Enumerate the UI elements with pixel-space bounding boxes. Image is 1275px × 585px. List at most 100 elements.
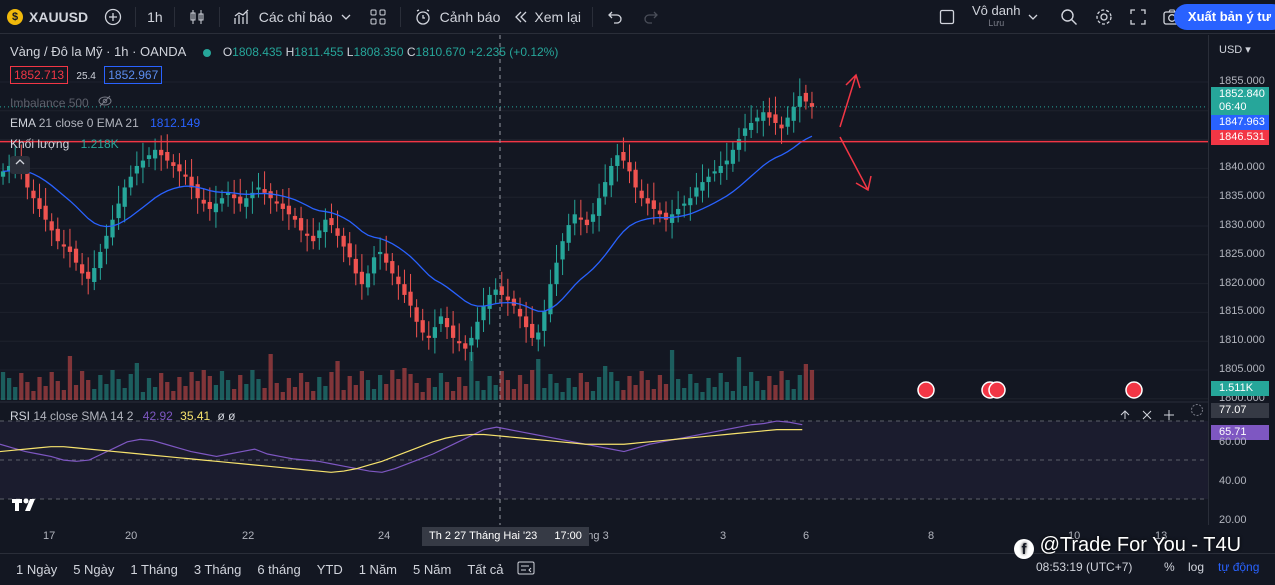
volume-bar [55, 381, 60, 400]
symbol-name: XAUUSD [29, 8, 89, 25]
volume-bar [195, 381, 200, 400]
trade-buttons: 1852.713 25.4 1852.967 [10, 66, 163, 84]
candle-body [676, 208, 681, 215]
collapse-legend-button[interactable] [10, 156, 30, 174]
auto-scale-toggle[interactable]: tự động [1218, 560, 1259, 574]
ema-value: 1812.149 [150, 116, 201, 130]
goto-date-icon[interactable] [517, 560, 535, 579]
candle-body [596, 198, 602, 216]
volume-bar [755, 381, 760, 400]
divider [592, 6, 594, 27]
candle-body [682, 203, 687, 206]
settings-button[interactable] [1093, 6, 1115, 29]
volume-bar [706, 378, 711, 400]
chart-pane[interactable]: Vàng / Đô la Mỹ · 1h · OANDA O1808.435 H… [0, 35, 1208, 525]
interval-button[interactable]: 1h [140, 0, 170, 34]
range-button[interactable]: 6 tháng [249, 562, 308, 577]
volume-bar [244, 384, 249, 400]
divider [173, 6, 175, 27]
alert-button[interactable]: Cảnh báo [405, 0, 508, 34]
candle-body [767, 112, 772, 118]
range-button[interactable]: Tất cả [459, 562, 511, 577]
range-button[interactable]: 5 Ngày [65, 562, 122, 577]
candle-body [761, 112, 766, 121]
volume-bar [560, 392, 565, 400]
candle-body [286, 205, 292, 215]
candle-body [86, 271, 91, 279]
layout-menu[interactable]: Vô danh Lưu [936, 0, 1040, 34]
range-button[interactable]: 3 Tháng [186, 562, 249, 577]
candle-body [116, 203, 121, 219]
candle-body [177, 164, 182, 172]
candle-body [232, 194, 237, 199]
percent-toggle[interactable]: % [1164, 560, 1175, 574]
currency-selector[interactable]: USD ▾ [1219, 43, 1251, 56]
templates-button[interactable] [360, 0, 396, 34]
candles-icon [186, 6, 208, 28]
volume-bar [426, 378, 431, 400]
more-icon[interactable] [1162, 408, 1176, 425]
volume-bar [6, 378, 12, 400]
publish-idea-button[interactable]: Xuất bản ý tư [1173, 4, 1275, 30]
close-pane-icon[interactable] [1140, 408, 1154, 425]
sell-button[interactable]: 1852.713 [10, 66, 69, 84]
range-button[interactable]: 1 Ngày [8, 562, 65, 577]
square-icon [936, 6, 958, 28]
settings-small-icon[interactable] [1189, 402, 1205, 418]
legend-row: Vàng / Đô la Mỹ · 1h · OANDA O1808.435 H… [10, 44, 558, 59]
ema-indicator[interactable]: EMA 21 close 0 EMA 21 1812.149 [10, 116, 200, 130]
fullscreen-button[interactable] [1127, 6, 1149, 28]
range-button[interactable]: 1 Tháng [122, 562, 185, 577]
candle-body [645, 198, 650, 204]
last-price-tag: 1852.840 06:40 [1211, 87, 1269, 115]
undo-button[interactable] [597, 0, 633, 34]
symbol-search[interactable]: $ XAUUSD [0, 0, 95, 34]
volume-bar [238, 375, 243, 400]
range-button[interactable]: 1 Năm [351, 562, 405, 577]
volume-bar [432, 387, 437, 400]
price-axis[interactable]: USD ▾ 1855.0001850.0001845.0001840.00018… [1191, 35, 1275, 526]
volume-bar [341, 390, 346, 400]
search-button[interactable] [1058, 6, 1080, 29]
candle-body [128, 176, 133, 188]
imbalance-indicator[interactable]: Imbalance 500 [10, 95, 112, 110]
candle-body [329, 218, 334, 226]
maximize-pane-icon[interactable] [1118, 408, 1132, 425]
volume-bar [682, 388, 687, 400]
rsi-legend[interactable]: RSI 14 close SMA 14 2 42.92 35.41 ø ø [10, 409, 236, 423]
x-tick: 20 [125, 530, 138, 542]
volume-bar [31, 391, 36, 400]
divider [399, 6, 401, 27]
indicators-button[interactable]: Các chỉ báo [224, 0, 360, 34]
candle-body [201, 199, 206, 204]
chart-type-button[interactable] [179, 0, 215, 34]
volume-bar [797, 375, 802, 400]
volume-bar [152, 387, 158, 400]
replay-button[interactable]: Xem lại [507, 0, 588, 34]
buy-button[interactable]: 1852.967 [104, 66, 163, 84]
rsi-label: RSI [10, 409, 31, 423]
volume-bar [165, 382, 170, 400]
volume-bar [761, 390, 766, 400]
candle-body [55, 228, 60, 242]
volume-bar [596, 377, 602, 400]
range-button[interactable]: YTD [309, 562, 351, 577]
open-value: 1808.435 [232, 45, 283, 59]
price-chart[interactable] [0, 35, 1208, 525]
clock[interactable]: 08:53:19 (UTC+7) [1036, 560, 1132, 574]
volume-bar [669, 350, 675, 400]
eye-off-icon[interactable] [98, 95, 112, 110]
volume-bar [457, 377, 462, 400]
tradingview-logo[interactable] [12, 497, 40, 518]
candle-body [378, 251, 383, 255]
volume-indicator[interactable]: Khối lượng 1.218K [10, 137, 119, 151]
market-status-dot [203, 48, 212, 57]
redo-button[interactable] [633, 0, 669, 34]
compare-button[interactable] [95, 0, 131, 34]
log-toggle[interactable]: log [1188, 560, 1204, 574]
range-buttons: 1 Ngày 5 Ngày 1 Tháng 3 Tháng 6 tháng YTD 1 Nă… [0, 562, 511, 577]
range-button[interactable]: 5 Năm [405, 562, 459, 577]
volume-bar [730, 391, 736, 400]
candle-body [67, 246, 73, 252]
candle-body [700, 182, 705, 191]
